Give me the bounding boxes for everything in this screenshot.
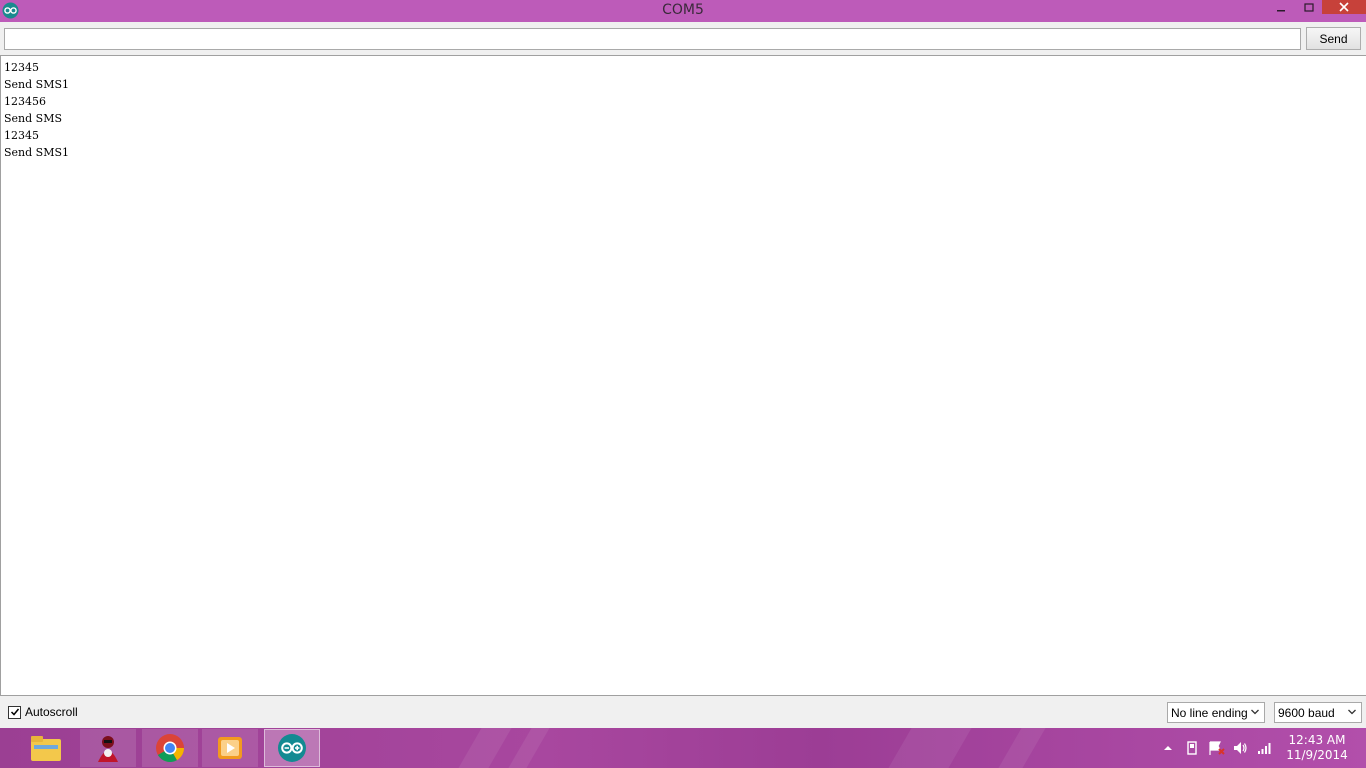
taskbar-decoration (508, 728, 550, 768)
output-line: Send SMS1 (4, 146, 70, 159)
serial-output[interactable]: 12345 Send SMS1 123456 Send SMS 12345 Send SM… (0, 55, 1366, 696)
maximize-button[interactable] (1296, 0, 1322, 16)
baud-rate-value: 9600 baud (1278, 705, 1335, 720)
show-hidden-icons-icon (1164, 746, 1172, 750)
taskbar-decoration (998, 728, 1046, 768)
close-icon (1339, 2, 1349, 12)
tray-action-center[interactable] (1208, 728, 1226, 768)
output-line: 12345 (4, 129, 39, 142)
taskbar: 12:43 AM 11/9/2014 (0, 728, 1366, 768)
window-title: COM5 (662, 2, 704, 18)
taskbar-decoration (888, 728, 972, 768)
tray-power[interactable] (1184, 728, 1200, 768)
tray-volume[interactable] (1232, 728, 1248, 768)
autoscroll-checkbox[interactable] (8, 705, 21, 719)
show-hidden-icons-button[interactable] (1162, 728, 1174, 768)
tray-network[interactable] (1257, 728, 1273, 768)
hacker-app-icon (98, 736, 118, 762)
title-bar: COM5 (0, 0, 1366, 22)
volume-icon (1234, 742, 1247, 754)
minimize-icon (1277, 10, 1285, 12)
system-clock[interactable]: 12:43 AM 11/9/2014 (1284, 733, 1350, 763)
taskbar-decoration (458, 728, 512, 768)
autoscroll-toggle[interactable]: Autoscroll (8, 705, 78, 719)
clock-date: 11/9/2014 (1286, 748, 1348, 762)
chevron-down-icon (1348, 709, 1356, 715)
taskbar-hacker-app[interactable] (80, 729, 136, 767)
clock-time: 12:43 AM (1288, 733, 1346, 747)
taskbar-file-explorer[interactable] (18, 729, 74, 767)
line-ending-value: No line ending (1171, 705, 1248, 720)
send-bar: Send (0, 22, 1366, 54)
chevron-down-icon (1251, 709, 1259, 715)
checkmark-icon (10, 708, 19, 716)
taskbar-media-player[interactable] (202, 729, 258, 767)
output-line: Send SMS (4, 112, 63, 125)
network-signal-icon (1258, 743, 1271, 754)
serial-input[interactable] (4, 28, 1301, 50)
chrome-icon (156, 734, 184, 762)
maximize-icon (1304, 3, 1314, 12)
arduino-icon (278, 734, 306, 762)
send-button[interactable]: Send (1306, 27, 1361, 50)
minimize-button[interactable] (1268, 0, 1294, 16)
taskbar-arduino[interactable] (264, 729, 320, 767)
output-line: Send SMS1 (4, 78, 70, 91)
taskbar-chrome[interactable] (142, 729, 198, 767)
output-line: 123456 (4, 95, 46, 108)
line-ending-select[interactable]: No line ending (1167, 702, 1265, 723)
power-icon (1187, 741, 1197, 755)
close-button[interactable] (1322, 0, 1366, 14)
action-center-flag-icon (1209, 741, 1225, 755)
autoscroll-label: Autoscroll (25, 705, 78, 719)
status-bar: Autoscroll No line ending 9600 baud (0, 697, 1366, 728)
output-line: 12345 (4, 61, 39, 74)
media-player-icon (218, 737, 242, 759)
file-explorer-icon (31, 736, 61, 761)
baud-rate-select[interactable]: 9600 baud (1274, 702, 1362, 723)
